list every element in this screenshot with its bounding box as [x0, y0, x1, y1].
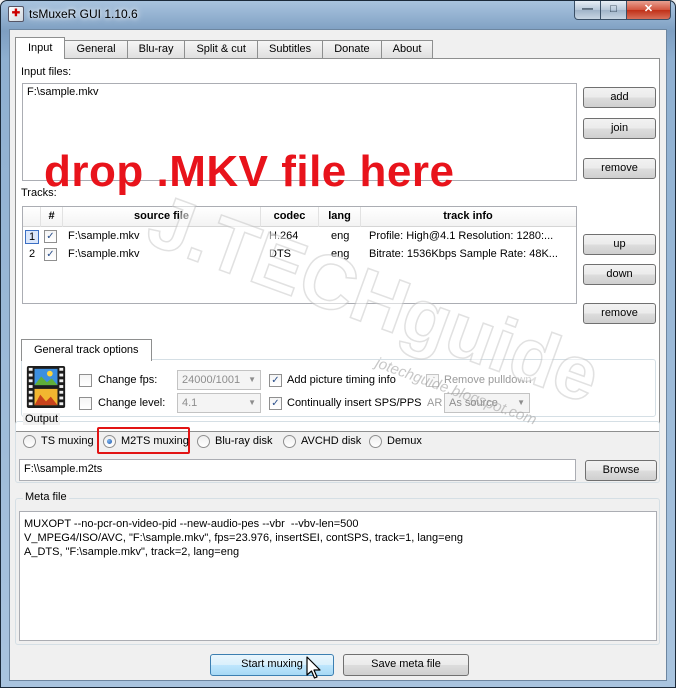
tracks-label: Tracks: — [21, 187, 57, 199]
tab-input[interactable]: Input — [15, 37, 66, 59]
remove-pulldown-checkbox[interactable] — [426, 374, 439, 387]
mouse-cursor-icon — [306, 656, 321, 679]
tab-subtitles[interactable]: Subtitles — [256, 40, 324, 59]
meta-line: V_MPEG4/ISO/AVC, "F:\sample.mkv", fps=23… — [24, 532, 463, 544]
track-info: Bitrate: 1536Kbps Sample Rate: 48K... — [369, 248, 558, 260]
down-button[interactable]: down — [583, 264, 656, 285]
close-button[interactable]: ✕ — [627, 1, 671, 20]
col-codec[interactable]: codec — [261, 207, 319, 227]
chevron-down-icon: ▼ — [248, 375, 256, 384]
tab-about[interactable]: About — [380, 40, 434, 59]
remove-pulldown-label: Remove pulldown — [444, 374, 532, 386]
insert-sps-pps-label: Continually insert SPS/PPS — [287, 397, 422, 409]
meta-line: MUXOPT --no-pcr-on-video-pid --new-audio… — [24, 518, 359, 530]
maximize-button[interactable]: □ — [601, 1, 627, 20]
chevron-down-icon: ▼ — [248, 398, 256, 407]
track-source: F:\sample.mkv — [68, 230, 140, 242]
table-row[interactable]: 1 ✓ F:\sample.mkv H.264 eng Profile: Hig… — [23, 228, 576, 246]
ar-select[interactable]: As source ▼ — [444, 393, 530, 413]
level-select[interactable]: 4.1 ▼ — [177, 393, 261, 413]
input-files-label: Input files: — [21, 66, 72, 78]
chevron-down-icon: ▼ — [517, 398, 525, 407]
remove-track-button[interactable]: remove — [583, 303, 656, 324]
fps-select[interactable]: 24000/1001 ▼ — [177, 370, 261, 390]
track-codec: DTS — [269, 248, 291, 260]
meta-line: A_DTS, "F:\sample.mkv", track=2, lang=en… — [24, 546, 240, 558]
col-source-file[interactable]: source file — [63, 207, 261, 227]
track-enabled-checkbox[interactable]: ✓ — [44, 248, 57, 261]
change-level-checkbox[interactable] — [79, 397, 92, 410]
row-number: 2 — [28, 248, 36, 260]
demux-radio[interactable] — [369, 435, 382, 448]
demux-label: Demux — [387, 435, 422, 447]
tab-donate[interactable]: Donate — [322, 40, 382, 59]
title-bar[interactable]: ✚ tsMuxeR GUI 1.10.6 — □ ✕ — [1, 1, 675, 29]
avchd-disk-label: AVCHD disk — [301, 435, 362, 447]
table-row[interactable]: 2 ✓ F:\sample.mkv DTS eng Bitrate: 1536K… — [23, 246, 576, 264]
track-info: Profile: High@4.1 Resolution: 1280:... — [369, 230, 554, 242]
change-fps-checkbox[interactable] — [79, 374, 92, 387]
track-enabled-checkbox[interactable]: ✓ — [44, 230, 57, 243]
meta-file-label: Meta file — [23, 491, 69, 503]
track-codec: H.264 — [269, 230, 299, 242]
film-icon — [26, 365, 66, 409]
browse-button[interactable]: Browse — [585, 460, 657, 481]
add-button[interactable]: add — [583, 87, 656, 108]
track-lang: eng — [331, 248, 350, 260]
row-number: 1 — [25, 230, 39, 244]
col-track-info[interactable]: track info — [361, 207, 575, 227]
meta-file-textarea[interactable]: MUXOPT --no-pcr-on-video-pid --new-audio… — [19, 511, 657, 641]
join-button[interactable]: join — [583, 118, 656, 139]
input-file-item[interactable]: F:\sample.mkv — [27, 86, 99, 98]
change-level-label: Change level: — [98, 397, 166, 409]
m2ts-muxing-radio[interactable] — [103, 435, 116, 448]
remove-file-button[interactable]: remove — [583, 158, 656, 179]
ar-label: AR — [427, 397, 443, 409]
track-lang: eng — [331, 230, 350, 242]
add-timing-info-checkbox[interactable]: ✓ — [269, 374, 282, 387]
client-area: Input General Blu-ray Split & cut Subtit… — [9, 29, 667, 681]
app-icon: ✚ — [8, 6, 24, 22]
minimize-button[interactable]: — — [574, 1, 601, 20]
col-num[interactable]: # — [41, 207, 63, 227]
tracks-table[interactable]: # source file codec lang track info 1 ✓ … — [22, 206, 577, 304]
change-fps-label: Change fps: — [98, 374, 158, 386]
input-tab-panel: Input files: F:\sample.mkv drop .MKV fil… — [15, 58, 660, 432]
insert-sps-pps-checkbox[interactable]: ✓ — [269, 397, 282, 410]
app-window: ✚ tsMuxeR GUI 1.10.6 — □ ✕ Input General… — [0, 0, 676, 688]
add-timing-info-label: Add picture timing info — [287, 374, 396, 386]
tracks-header: # source file codec lang track info — [23, 207, 576, 227]
output-label: Output — [23, 413, 61, 425]
tab-strip: Input General Blu-ray Split & cut Subtit… — [15, 37, 434, 59]
output-path-input[interactable]: F:\\sample.m2ts — [19, 459, 576, 481]
ts-muxing-radio[interactable] — [23, 435, 36, 448]
track-source: F:\sample.mkv — [68, 248, 140, 260]
window-title: tsMuxeR GUI 1.10.6 — [29, 7, 138, 21]
save-meta-file-button[interactable]: Save meta file — [343, 654, 469, 676]
m2ts-muxing-label: M2TS muxing — [121, 435, 189, 447]
blu-ray-disk-label: Blu-ray disk — [215, 435, 273, 447]
caption-buttons: — □ ✕ — [574, 1, 671, 21]
tab-general[interactable]: General — [64, 40, 128, 59]
avchd-disk-radio[interactable] — [283, 435, 296, 448]
col-lang[interactable]: lang — [319, 207, 361, 227]
tab-general-track-options[interactable]: General track options — [21, 339, 152, 361]
ts-muxing-label: TS muxing — [41, 435, 94, 447]
tab-blu-ray[interactable]: Blu-ray — [126, 40, 186, 59]
tab-split-cut[interactable]: Split & cut — [184, 40, 258, 59]
blu-ray-disk-radio[interactable] — [197, 435, 210, 448]
drop-hint: drop .MKV file here — [44, 147, 455, 196]
up-button[interactable]: up — [583, 234, 656, 255]
